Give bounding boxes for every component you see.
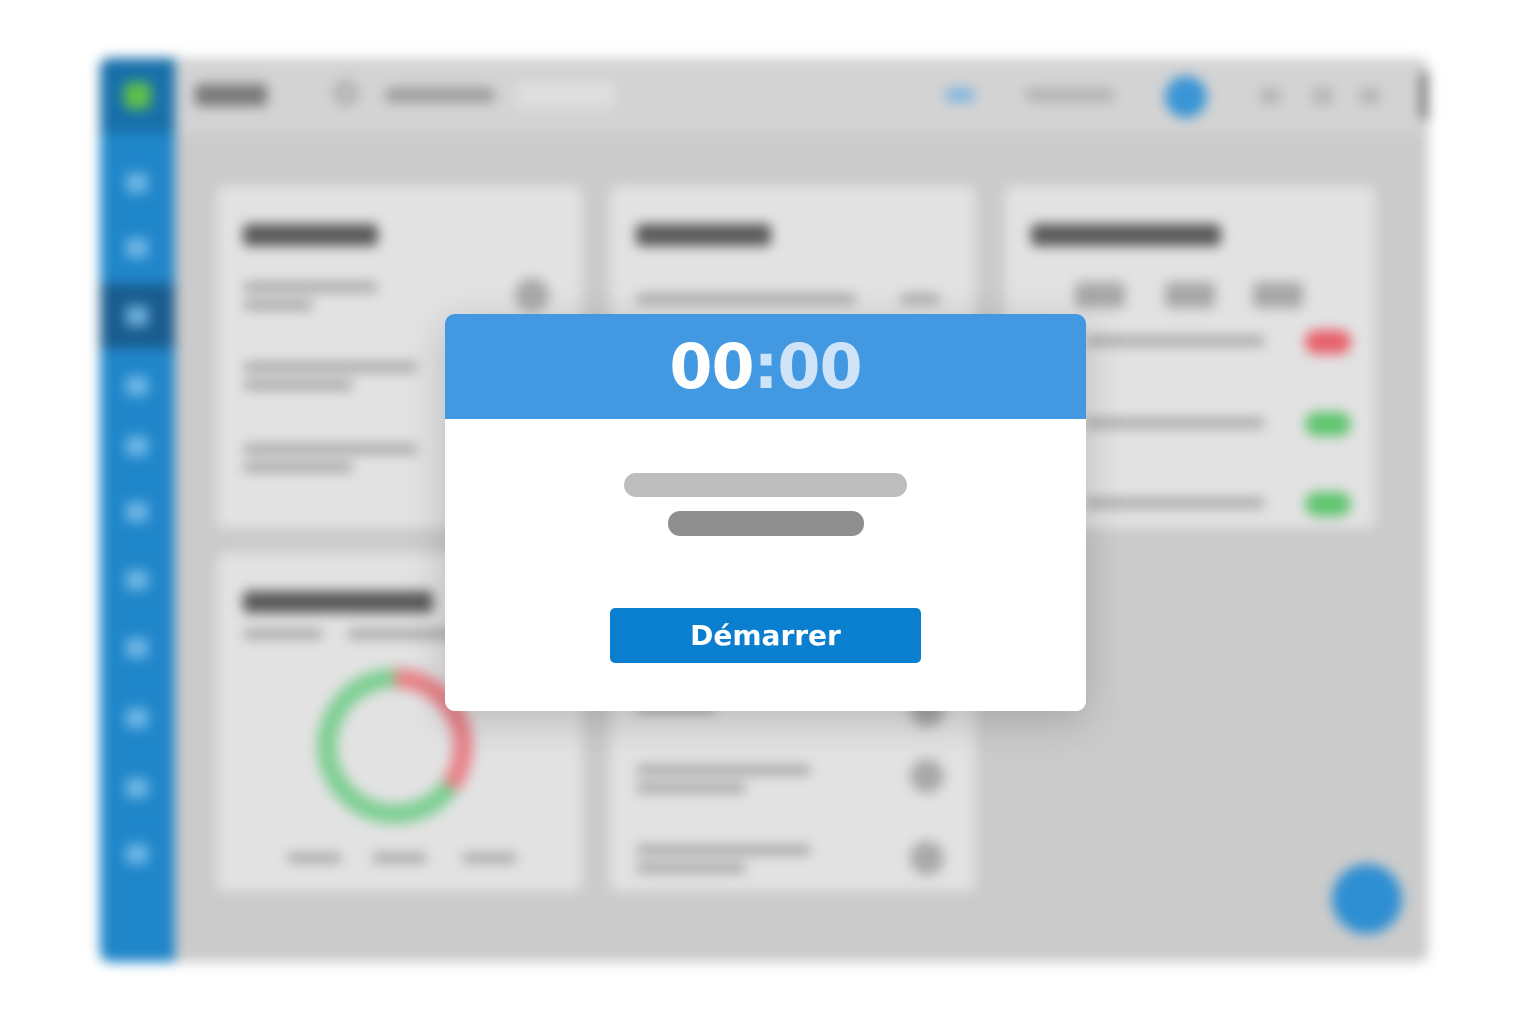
topbar [175,58,1428,133]
app-logo [100,58,175,133]
sidebar-item-icon [126,638,148,658]
search-icon [335,82,357,104]
timer-minutes: 00 [669,329,754,403]
sidebar-item-icon [126,436,148,456]
topbar-icon [1313,88,1333,104]
timer-seconds: 00 [777,329,862,403]
topbar-icon [1360,88,1380,104]
timer-separator: : [753,329,779,403]
search-label [385,88,495,102]
message-placeholder-line [624,473,907,497]
timer-modal: 00:00 Démarrer [445,314,1086,711]
sidebar-item-icon [126,376,148,396]
sidebar-item-icon [126,844,148,864]
topbar-label [1025,88,1115,102]
timer-header: 00:00 [445,314,1086,419]
timer-display: 00:00 [669,329,862,403]
sidebar-item-icon [126,502,148,522]
topbar-icon [1260,88,1280,104]
sidebar-item-icon [126,570,148,590]
sidebar-item-icon [126,708,148,728]
sidebar-item-icon [126,173,148,193]
floating-action-button [1332,864,1402,934]
sidebar-item-icon [126,306,148,326]
search-input [515,82,615,108]
sidebar [100,58,175,962]
start-button[interactable]: Démarrer [610,608,921,663]
sidebar-item-icon [126,778,148,798]
brand-logo [195,84,267,106]
sidebar-item-icon [126,238,148,258]
message-placeholder-line [668,511,864,536]
notification-badge [1165,76,1207,118]
status-chip [945,88,975,102]
avatar [1420,70,1428,122]
